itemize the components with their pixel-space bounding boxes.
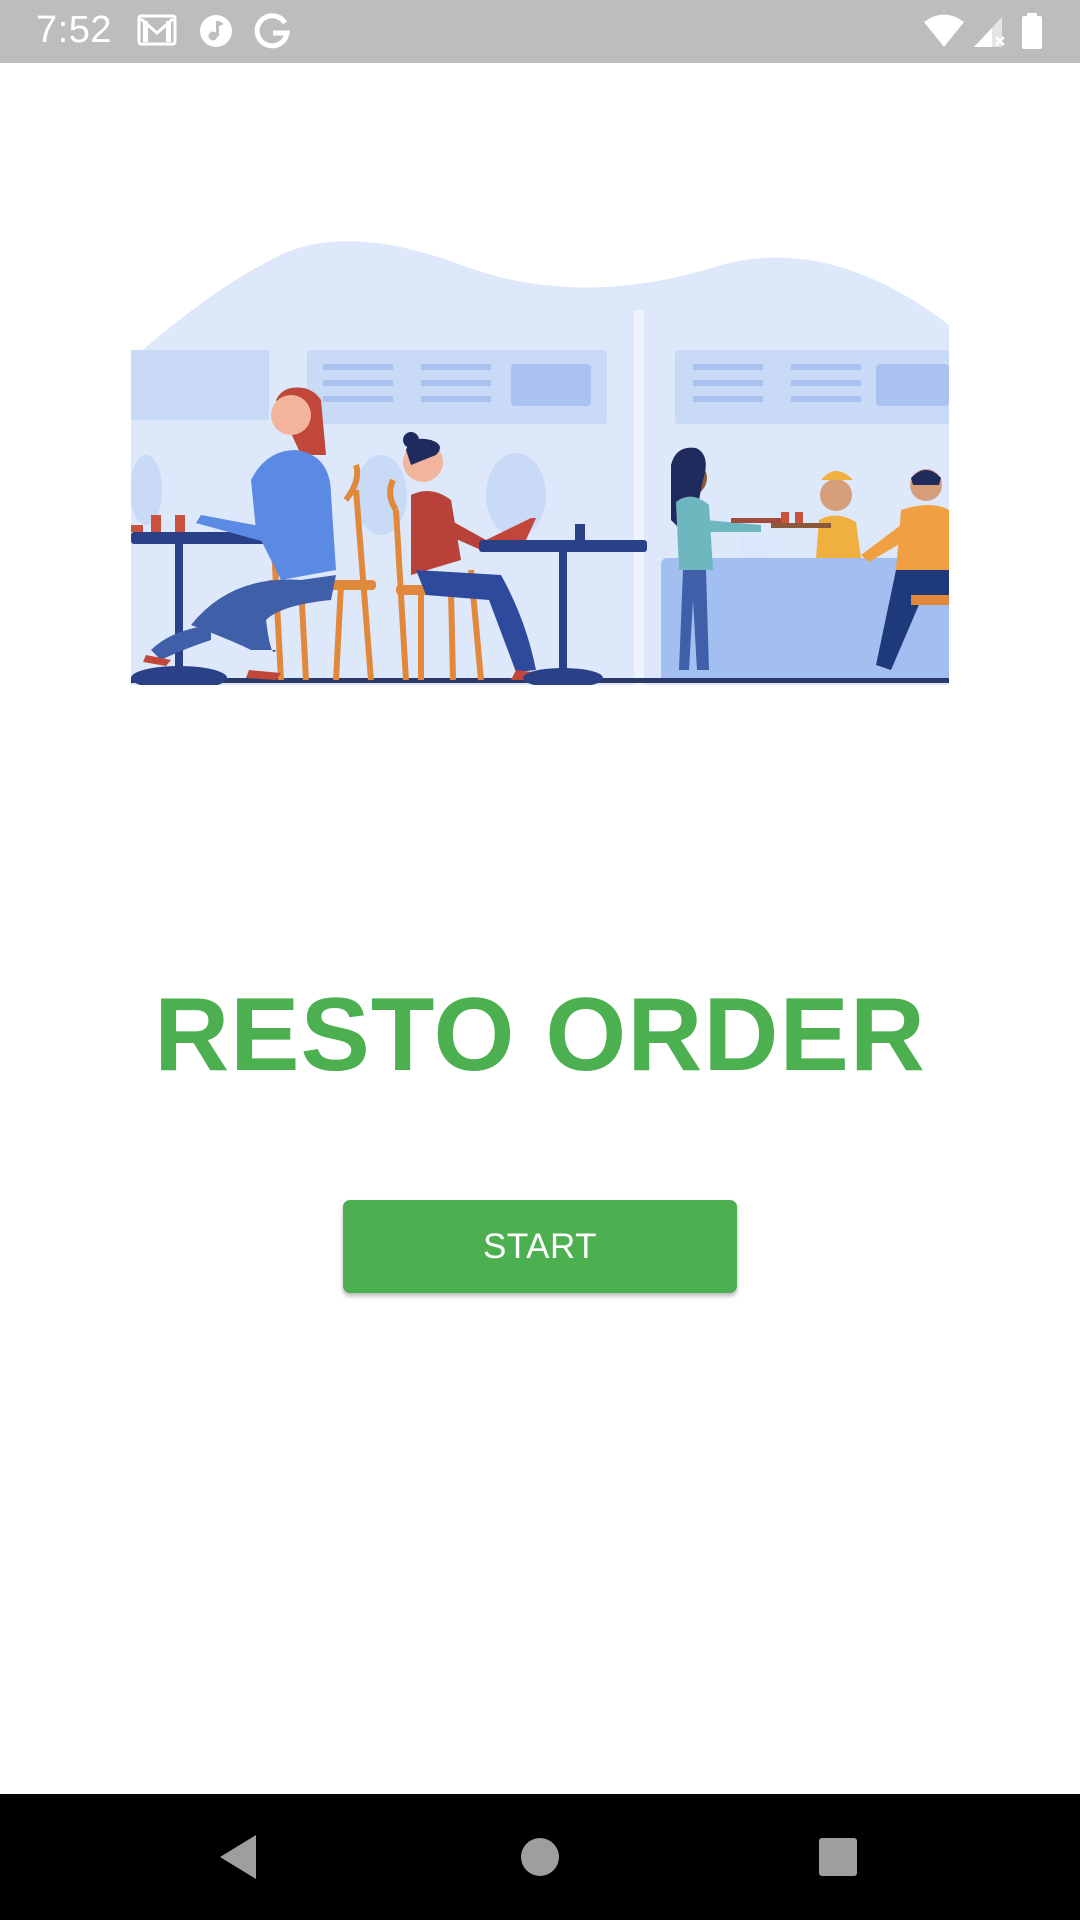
recents-icon[interactable] (808, 1827, 868, 1887)
app-title: RESTO ORDER (154, 977, 926, 1093)
home-icon[interactable] (510, 1827, 570, 1887)
status-time: 7:52 (36, 9, 112, 51)
gmail-icon (137, 13, 177, 49)
restaurant-illustration (130, 240, 949, 690)
music-icon (198, 13, 238, 49)
signal-icon (970, 13, 1010, 49)
navigation-bar (0, 1794, 1080, 1920)
google-icon (254, 13, 294, 49)
screen: 7:52 RESTO ORDER START (0, 0, 1080, 1920)
battery-icon (1019, 13, 1045, 49)
start-button[interactable]: START (343, 1200, 737, 1293)
back-icon[interactable] (208, 1827, 268, 1887)
wifi-icon (922, 13, 966, 49)
status-bar: 7:52 (0, 0, 1080, 63)
